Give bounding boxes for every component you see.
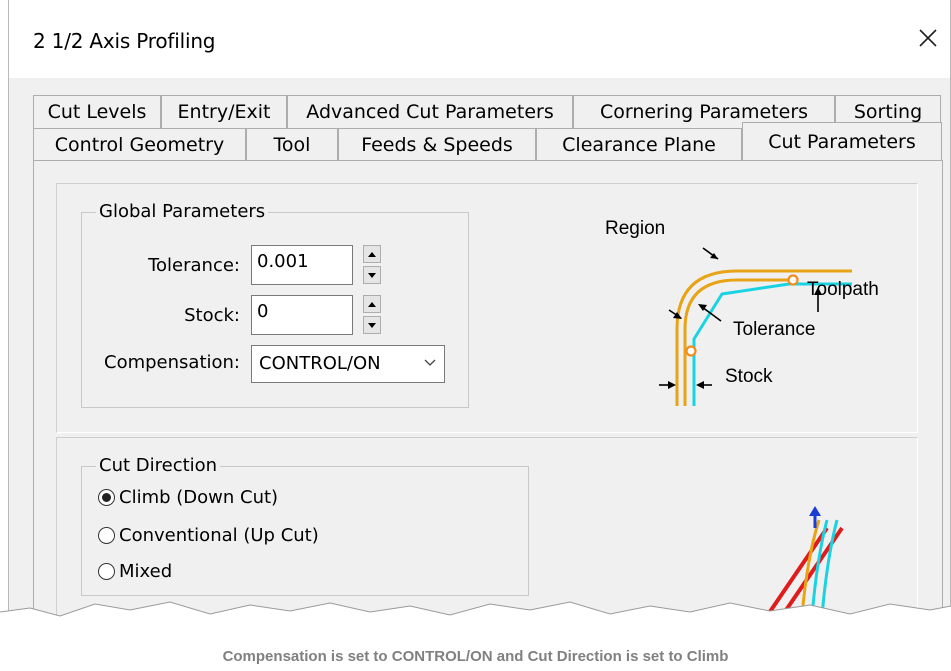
radio-button[interactable] <box>98 527 115 544</box>
radio-conventional[interactable]: Conventional (Up Cut) <box>98 525 319 546</box>
spin-down-icon[interactable] <box>363 266 381 284</box>
compensation-value: CONTROL/ON <box>259 353 381 374</box>
radio-button[interactable] <box>98 563 115 580</box>
profiling-dialog: 2 1/2 Axis Profiling Cut Levels Entry/Ex… <box>8 0 951 625</box>
tab-cut-levels[interactable]: Cut Levels <box>33 95 161 128</box>
tab-control-geometry[interactable]: Control Geometry <box>33 128 246 161</box>
tab-tool[interactable]: Tool <box>246 128 338 161</box>
spin-up-icon[interactable] <box>363 295 381 313</box>
tab-feeds-speeds[interactable]: Feeds & Speeds <box>338 128 536 161</box>
spin-down-icon[interactable] <box>363 316 381 334</box>
tolerance-label: Tolerance: <box>148 255 240 276</box>
radio-climb[interactable]: Climb (Down Cut) <box>98 487 278 508</box>
cut-direction-title: Cut Direction <box>96 455 221 476</box>
compensation-dropdown[interactable]: CONTROL/ON <box>251 345 445 383</box>
tab-cut-parameters[interactable]: Cut Parameters <box>742 122 942 160</box>
radio-climb-label: Climb (Down Cut) <box>119 487 279 508</box>
tolerance-diagram-label: Tolerance <box>733 319 816 340</box>
radio-conventional-label: Conventional (Up Cut) <box>119 525 319 546</box>
global-parameters-title: Global Parameters <box>96 201 269 222</box>
title-bar: 2 1/2 Axis Profiling <box>9 0 950 78</box>
chevron-down-icon <box>424 359 436 366</box>
tolerance-spinner[interactable] <box>363 245 383 287</box>
region-label: Region <box>605 218 666 239</box>
stock-spinner[interactable] <box>363 295 383 337</box>
global-section: Global Parameters Tolerance: 0.001 Stock… <box>56 183 918 433</box>
tolerance-input[interactable]: 0.001 <box>251 245 353 285</box>
stock-label: Stock: <box>184 305 240 326</box>
radio-mixed-label: Mixed <box>119 561 173 582</box>
window-title: 2 1/2 Axis Profiling <box>33 29 216 53</box>
radio-mixed[interactable]: Mixed <box>98 561 172 582</box>
cut-direction-group: Cut Direction Climb (Down Cut) Conventio… <box>81 455 529 596</box>
radio-button-checked[interactable] <box>98 489 115 506</box>
compensation-label: Compensation: <box>104 352 240 373</box>
torn-edge <box>0 601 951 635</box>
tab-entry-exit[interactable]: Entry/Exit <box>161 95 287 128</box>
stock-input[interactable]: 0 <box>251 295 353 335</box>
stock-diagram-label: Stock <box>725 366 773 387</box>
tab-content-panel: Global Parameters Tolerance: 0.001 Stock… <box>33 160 943 625</box>
figure-caption: Compensation is set to CONTROL/ON and Cu… <box>222 648 729 665</box>
spin-up-icon[interactable] <box>363 245 381 263</box>
close-button[interactable] <box>906 16 950 60</box>
tab-advanced-cut-parameters[interactable]: Advanced Cut Parameters <box>287 95 573 128</box>
tab-clearance-plane[interactable]: Clearance Plane <box>536 128 742 161</box>
global-parameters-group: Global Parameters Tolerance: 0.001 Stock… <box>81 201 469 408</box>
close-icon <box>919 29 937 47</box>
toolpath-label: Toolpath <box>807 279 879 300</box>
